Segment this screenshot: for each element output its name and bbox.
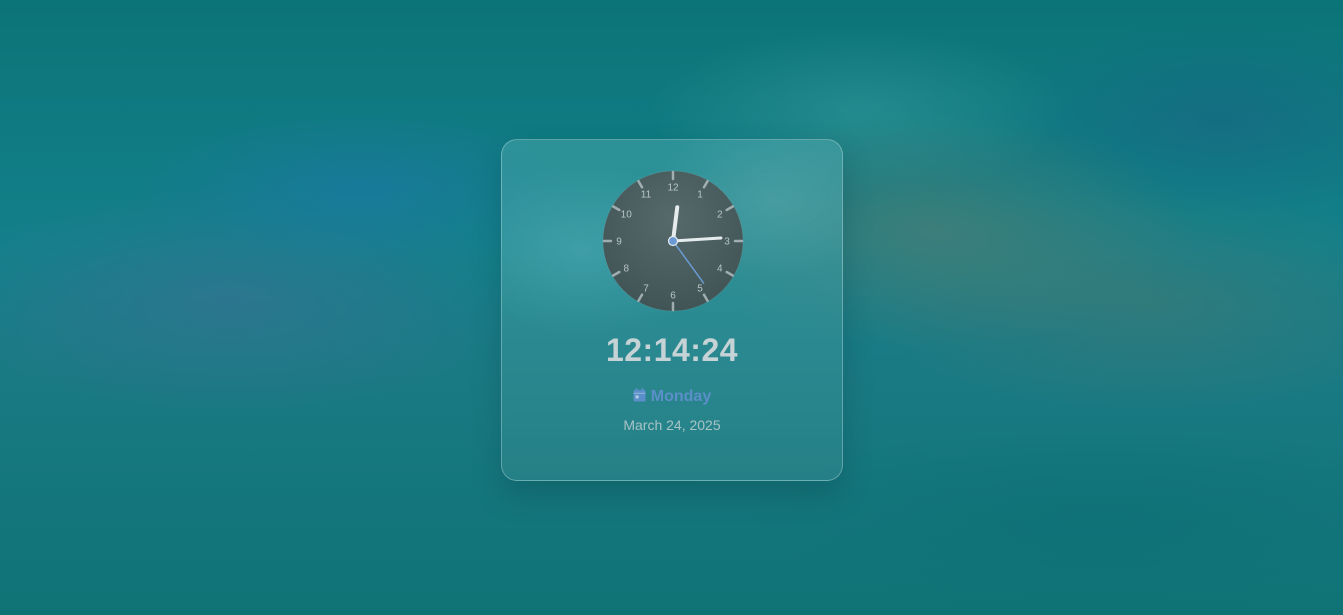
clock-numeral: 2 <box>717 210 723 221</box>
clock-numeral: 3 <box>724 237 730 248</box>
clock-numeral: 5 <box>697 283 703 294</box>
clock-numeral: 9 <box>616 237 622 248</box>
clock-center-pin <box>667 235 679 247</box>
digital-time: 12:14:24 <box>605 332 739 368</box>
clock-numeral: 11 <box>641 190 652 201</box>
clock-numeral: 8 <box>623 264 629 275</box>
clock-numeral: 7 <box>643 283 649 294</box>
day-label: Monday <box>650 388 712 405</box>
clock-numeral: 4 <box>717 264 723 275</box>
clock-numeral: 1 <box>697 190 703 201</box>
day-row: Monday <box>502 388 842 407</box>
clock-widget-card: 12 1 2 3 4 5 6 7 8 9 10 11 12:14:24 Monday March 24… <box>501 139 843 481</box>
calendar-icon <box>633 388 646 407</box>
clock-face: 121234567891011 <box>602 170 744 312</box>
clock-numeral: 6 <box>670 291 676 302</box>
clock-numeral: 10 <box>621 210 633 221</box>
date-label: March 24, 2025 <box>623 417 721 433</box>
clock-numeral: 12 <box>667 183 679 194</box>
analog-clock: 12 1 2 3 4 5 6 7 8 9 10 11 <box>602 170 744 312</box>
